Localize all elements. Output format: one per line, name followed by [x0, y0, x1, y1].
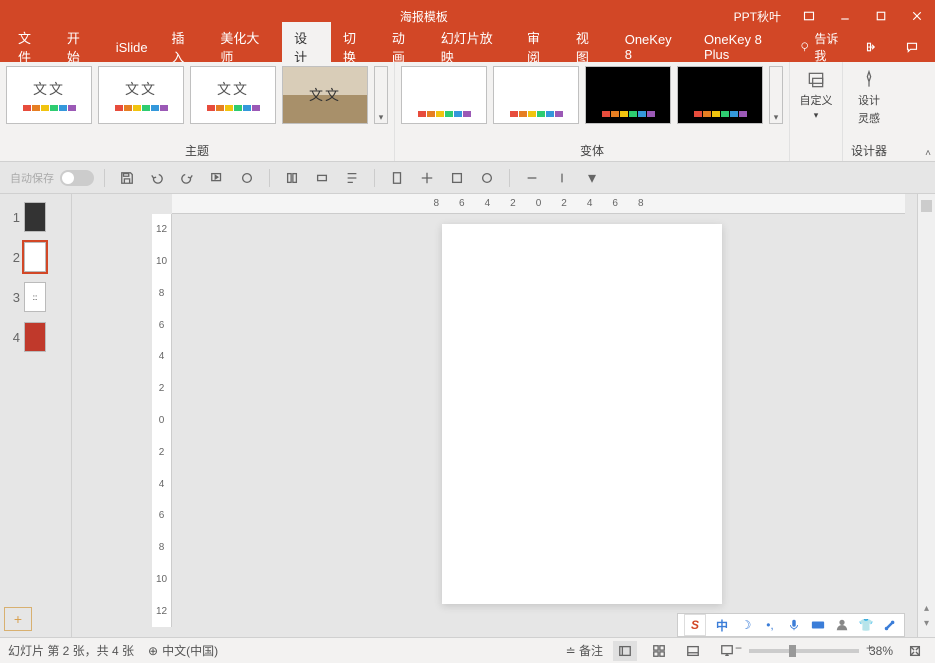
share-icon[interactable] — [854, 33, 888, 61]
variant-thumb-1[interactable] — [401, 66, 487, 124]
slide-thumb-3[interactable]: 3:: — [4, 280, 67, 314]
start-from-beginning-icon[interactable] — [205, 166, 229, 190]
vertical-ruler: 12108642024681012 — [152, 214, 172, 627]
slide-counter[interactable]: 幻灯片 第 2 张，共 4 张 — [8, 642, 134, 659]
qat-tool-9[interactable] — [550, 166, 574, 190]
canvas-area: 864202468 12108642024681012 ▴ ▾ — [72, 194, 935, 637]
ime-logo-icon[interactable]: S — [684, 614, 706, 636]
tell-me[interactable]: 告诉我 — [799, 30, 849, 64]
variant-thumb-4[interactable] — [677, 66, 763, 124]
save-icon[interactable] — [115, 166, 139, 190]
theme-thumb-1[interactable]: 文文 — [6, 66, 92, 124]
theme-thumb-2[interactable]: 文文 — [98, 66, 184, 124]
ime-skin-icon[interactable]: 👕 — [858, 617, 874, 633]
slide-canvas[interactable] — [442, 224, 722, 604]
custom-group: 自定义 ▾ — [790, 62, 843, 161]
themes-group: 文文 文文 文文 文文 ▾ 主题 — [0, 62, 395, 161]
qat-tool-7[interactable] — [475, 166, 499, 190]
prev-slide-icon[interactable]: ▴ — [924, 603, 929, 614]
ime-settings-icon[interactable] — [882, 617, 898, 633]
themes-more-icon[interactable]: ▾ — [374, 66, 388, 124]
status-bar: 幻灯片 第 2 张，共 4 张 ⊕中文(中国) ≐ 备注 38% — [0, 637, 935, 663]
variant-thumb-3[interactable] — [585, 66, 671, 124]
workspace: 1 2 3:: 4 + 864202468 12108642024681012 … — [0, 194, 935, 637]
qat-tool-1[interactable] — [280, 166, 304, 190]
slide-thumbnails-panel: 1 2 3:: 4 + — [0, 194, 72, 637]
normal-view-icon[interactable] — [613, 641, 637, 661]
ime-lang[interactable]: 中 — [714, 617, 730, 633]
variants-label: 变体 — [401, 140, 783, 159]
ime-toolbar[interactable]: S 中 ☽ •, 👕 — [677, 613, 905, 637]
ribbon-display-icon[interactable] — [795, 2, 823, 30]
qat-tool-5[interactable] — [415, 166, 439, 190]
design-ideas-button[interactable]: 设计 灵感 — [849, 66, 889, 130]
tell-me-label: 告诉我 — [814, 30, 848, 64]
slide-sorter-icon[interactable] — [647, 641, 671, 661]
autosave-toggle[interactable] — [60, 170, 94, 186]
touch-mode-icon[interactable] — [235, 166, 259, 190]
ribbon: 文文 文文 文文 文文 ▾ 主题 ▾ 变体 自定义 ▾ 设计 灵感 设计 — [0, 62, 935, 162]
qat-tool-10[interactable]: ▾ — [580, 166, 604, 190]
designer-label: 设计器 — [849, 140, 889, 159]
theme-thumb-4[interactable]: 文文 — [282, 66, 368, 124]
qat-tool-4[interactable] — [385, 166, 409, 190]
variants-more-icon[interactable]: ▾ — [769, 66, 783, 124]
ime-user-icon[interactable] — [834, 617, 850, 633]
qat-tool-3[interactable] — [340, 166, 364, 190]
language-status[interactable]: ⊕中文(中国) — [148, 642, 218, 659]
themes-label: 主题 — [6, 140, 388, 159]
quick-access-toolbar: 自动保存 ▾ — [0, 162, 935, 194]
collapse-ribbon-icon[interactable]: ˄ — [925, 148, 931, 159]
ribbon-tabs: 文件 开始 iSlide 插入 美化大师 设计 切换 动画 幻灯片放映 审阅 视… — [0, 32, 935, 62]
qat-tool-6[interactable] — [445, 166, 469, 190]
variants-group: ▾ 变体 — [395, 62, 790, 161]
variant-thumb-2[interactable] — [493, 66, 579, 124]
close-icon[interactable] — [903, 2, 931, 30]
redo-icon[interactable] — [175, 166, 199, 190]
fit-to-window-icon[interactable] — [903, 641, 927, 661]
custom-button[interactable]: 自定义 ▾ — [796, 66, 836, 125]
ime-mic-icon[interactable] — [786, 617, 802, 633]
ime-moon-icon[interactable]: ☽ — [738, 617, 754, 633]
ime-keyboard-icon[interactable] — [810, 617, 826, 633]
minimize-icon[interactable] — [831, 2, 859, 30]
comments-icon[interactable] — [895, 33, 929, 61]
zoom-slider[interactable] — [749, 649, 859, 653]
theme-thumb-3[interactable]: 文文 — [190, 66, 276, 124]
maximize-icon[interactable] — [867, 2, 895, 30]
slide-thumb-2[interactable]: 2 — [4, 240, 67, 274]
qat-tool-2[interactable] — [310, 166, 334, 190]
reading-view-icon[interactable] — [681, 641, 705, 661]
slide-thumb-1[interactable]: 1 — [4, 200, 67, 234]
horizontal-ruler: 864202468 — [172, 194, 905, 214]
vertical-scrollbar[interactable]: ▴ ▾ — [917, 194, 935, 637]
slide-thumb-4[interactable]: 4 — [4, 320, 67, 354]
tab-islide[interactable]: iSlide — [104, 34, 160, 61]
next-slide-icon[interactable]: ▾ — [924, 618, 929, 629]
ime-punct-icon[interactable]: •, — [762, 617, 778, 633]
add-slide-button[interactable]: + — [4, 607, 32, 631]
qat-tool-8[interactable] — [520, 166, 544, 190]
designer-group: 设计 灵感 设计器 — [843, 62, 895, 161]
undo-icon[interactable] — [145, 166, 169, 190]
autosave-label: 自动保存 — [10, 170, 54, 186]
account-name[interactable]: PPT秋叶 — [728, 8, 787, 25]
notes-button[interactable]: ≐ 备注 — [566, 642, 603, 659]
